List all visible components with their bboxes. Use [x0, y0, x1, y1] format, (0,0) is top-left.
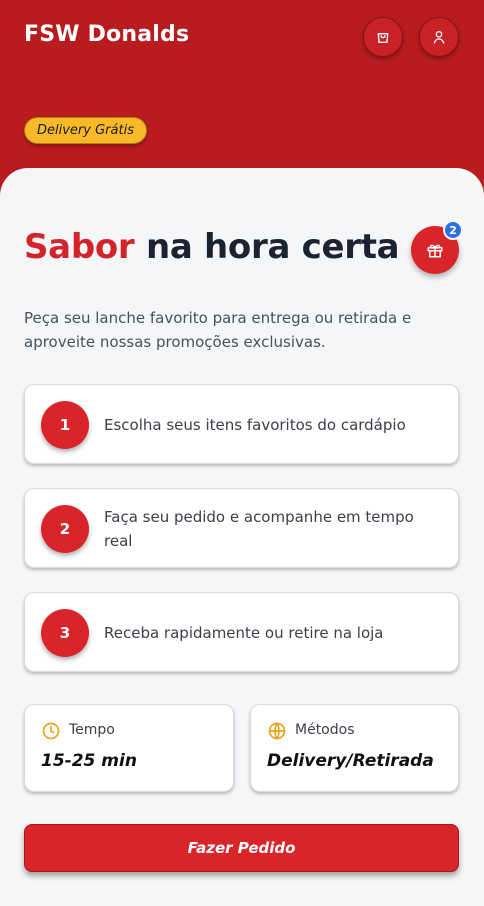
step-number: 2 [41, 505, 89, 553]
step-card-1: 1 Escolha seus itens favoritos do cardáp… [24, 384, 459, 464]
methods-label: Métodos [295, 722, 355, 738]
step-text: Receba rapidamente ou retire na loja [104, 624, 384, 642]
time-value: 15-25 min [41, 751, 137, 771]
clock-icon [42, 722, 60, 740]
brand-title: FSW Donalds [24, 22, 190, 47]
globe-icon [268, 722, 286, 740]
time-label: Tempo [69, 722, 115, 738]
step-number: 3 [41, 609, 89, 657]
hero-title: Sabor na hora certa [24, 227, 400, 267]
step-number: 1 [41, 401, 89, 449]
methods-value: Delivery/Retirada [267, 751, 434, 771]
step-card-3: 3 Receba rapidamente ou retire na loja [24, 592, 459, 672]
step-text: Faça seu pedido e acompanhe em tempo rea… [104, 508, 414, 550]
time-info-card: Tempo 15-25 min [24, 704, 234, 792]
user-icon [433, 31, 445, 44]
gift-icon [427, 244, 443, 258]
hero-description: Peça seu lanche favorito para entrega ou… [24, 309, 412, 351]
place-order-button[interactable]: Fazer Pedido [24, 824, 459, 872]
hero-title-accent: Sabor [24, 227, 135, 267]
hero-title-rest: na hora certa [134, 227, 400, 267]
methods-info-card: Métodos Delivery/Retirada [250, 704, 459, 792]
step-card-2: 2 Faça seu pedido e acompanhe em tempo r… [24, 488, 459, 568]
step-text: Escolha seus itens favoritos do cardápio [104, 416, 406, 434]
profile-button[interactable] [419, 17, 459, 57]
shopping-bag-icon [377, 33, 389, 43]
delivery-badge: Delivery Grátis [24, 117, 147, 144]
cart-button[interactable] [363, 17, 403, 57]
gift-count-badge: 2 [443, 220, 463, 240]
